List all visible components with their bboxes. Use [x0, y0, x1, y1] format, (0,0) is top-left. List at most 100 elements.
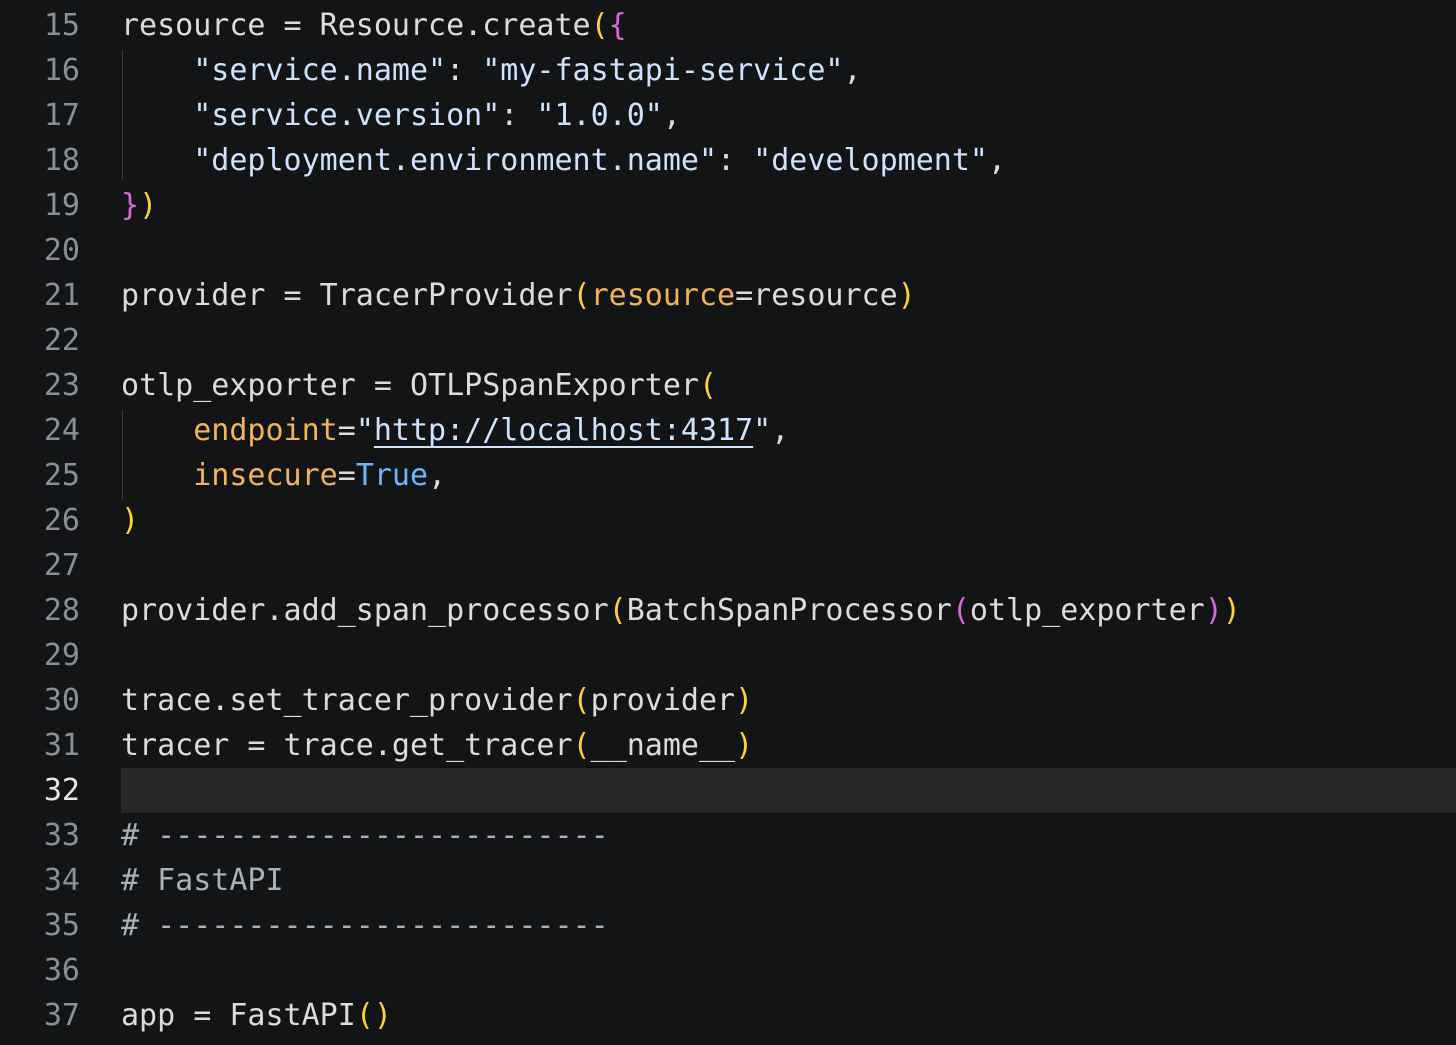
code-token: (	[355, 998, 374, 1033]
line-number: 35	[43, 908, 80, 943]
code-line[interactable]: 36	[0, 948, 1456, 993]
code-token: ,	[843, 53, 862, 88]
code-line[interactable]: 20	[0, 228, 1456, 273]
code-line[interactable]: 37 app = FastAPI()	[0, 993, 1456, 1038]
line-number: 15	[43, 8, 80, 43]
line-number: 29	[43, 638, 80, 673]
code-line[interactable]: 17 "service.version": "1.0.0",	[0, 93, 1456, 138]
code-text[interactable]	[121, 948, 1456, 993]
code-token: trace.set_tracer_provider	[121, 683, 573, 718]
line-number: 24	[43, 413, 80, 448]
code-text[interactable]: resource = Resource.create({	[121, 3, 1456, 48]
code-text[interactable]: provider = TracerProvider(resource=resou…	[121, 273, 1456, 318]
code-token: )	[139, 188, 158, 223]
code-token: resource = Resource.create	[121, 8, 591, 43]
code-token: =	[337, 413, 356, 448]
code-token: "development"	[753, 143, 988, 178]
code-text[interactable]: provider.add_span_processor(BatchSpanPro…	[121, 588, 1456, 633]
line-number: 30	[43, 683, 80, 718]
code-token: (	[951, 593, 970, 628]
code-token: BatchSpanProcessor	[626, 593, 952, 628]
code-token: (	[698, 368, 718, 403]
code-line[interactable]: 34 # FastAPI	[0, 858, 1456, 903]
line-number: 32	[43, 773, 80, 808]
code-line[interactable]: 25 insecure=True,	[0, 453, 1456, 498]
line-number: 21	[43, 278, 80, 313]
code-line[interactable]: 32	[0, 768, 1456, 813]
code-line[interactable]: 29	[0, 633, 1456, 678]
code-line[interactable]: 31 tracer = trace.get_tracer(__name__)	[0, 723, 1456, 768]
code-link[interactable]: http://localhost:4317	[374, 413, 753, 448]
code-token: otlp_exporter = OTLPSpanExporter	[121, 368, 699, 403]
code-token: )	[1204, 593, 1223, 628]
code-line[interactable]: 35 # -------------------------	[0, 903, 1456, 948]
code-token: # -------------------------	[121, 908, 609, 943]
code-token: )	[735, 683, 754, 718]
code-token: tracer = trace.get_tracer	[121, 728, 573, 763]
code-token: (	[590, 8, 609, 43]
line-number: 20	[43, 233, 80, 268]
code-text[interactable]: # -------------------------	[121, 903, 1456, 948]
code-token: "	[753, 413, 772, 448]
code-text[interactable]: trace.set_tracer_provider(provider)	[121, 678, 1456, 723]
code-text[interactable]	[121, 228, 1456, 273]
code-line[interactable]: 15 resource = Resource.create({	[0, 3, 1456, 48]
code-editor[interactable]: 15 resource = Resource.create({16 "servic…	[0, 0, 1456, 1045]
code-text[interactable]	[121, 633, 1456, 678]
code-line[interactable]: 23 otlp_exporter = OTLPSpanExporter(	[0, 363, 1456, 408]
code-line[interactable]: 33 # -------------------------	[0, 813, 1456, 858]
code-line[interactable]: 27	[0, 543, 1456, 588]
code-text[interactable]: )	[121, 498, 1456, 543]
code-line[interactable]: 21 provider = TracerProvider(resource=res…	[0, 273, 1456, 318]
code-token: )	[373, 998, 392, 1033]
code-text[interactable]: app = FastAPI()	[121, 993, 1456, 1038]
code-token: "service.version"	[121, 98, 501, 133]
code-text[interactable]: tracer = trace.get_tracer(__name__)	[121, 723, 1456, 768]
code-token: insecure	[193, 458, 338, 493]
code-text[interactable]	[121, 768, 1456, 813]
line-number: 37	[43, 998, 80, 1033]
line-number: 27	[43, 548, 80, 583]
code-token: # FastAPI	[121, 863, 284, 898]
code-line[interactable]: 24 endpoint="http://localhost:4317",	[0, 408, 1456, 453]
code-line[interactable]: 28 provider.add_span_processor(BatchSpanP…	[0, 588, 1456, 633]
line-number: 23	[43, 368, 80, 403]
line-number: 31	[43, 728, 80, 763]
line-number: 36	[43, 953, 80, 988]
code-token: "my-fastapi-service"	[482, 53, 844, 88]
code-line[interactable]: 16 "service.name": "my-fastapi-service",	[0, 48, 1456, 93]
code-text[interactable]: insecure=True,	[121, 453, 1456, 498]
code-token: =	[337, 458, 356, 493]
line-number: 16	[43, 53, 80, 88]
code-token: ,	[662, 98, 681, 133]
code-token: "deployment.environment.name"	[121, 143, 718, 178]
code-text[interactable]: })	[121, 183, 1456, 228]
code-text[interactable]: # FastAPI	[121, 858, 1456, 903]
code-line[interactable]: 22	[0, 318, 1456, 363]
code-text[interactable]: # -------------------------	[121, 813, 1456, 858]
code-token: ,	[987, 143, 1007, 178]
code-text[interactable]: otlp_exporter = OTLPSpanExporter(	[121, 363, 1456, 408]
line-number: 33	[43, 818, 80, 853]
code-line[interactable]: 30 trace.set_tracer_provider(provider)	[0, 678, 1456, 723]
code-token: "	[355, 413, 374, 448]
code-line[interactable]: 26)	[0, 498, 1456, 543]
code-token: (	[572, 683, 591, 718]
code-line[interactable]: 19})	[0, 183, 1456, 228]
code-token: (	[572, 728, 591, 763]
code-token: (	[608, 593, 627, 628]
code-token: __name__	[590, 728, 736, 763]
code-text[interactable]: "deployment.environment.name": "developm…	[121, 138, 1456, 183]
code-text[interactable]: endpoint="http://localhost:4317",	[121, 408, 1456, 453]
line-number: 17	[43, 98, 80, 133]
code-token: (	[572, 278, 591, 313]
code-token: app = FastAPI	[121, 998, 356, 1033]
code-line[interactable]: 18 "deployment.environment.name": "devel…	[0, 138, 1456, 183]
code-text[interactable]	[121, 543, 1456, 588]
code-text[interactable]: "service.name": "my-fastapi-service",	[121, 48, 1456, 93]
code-token: )	[121, 503, 140, 538]
code-text[interactable]: "service.version": "1.0.0",	[121, 93, 1456, 138]
code-text[interactable]	[121, 318, 1456, 363]
code-token: )	[735, 728, 754, 763]
